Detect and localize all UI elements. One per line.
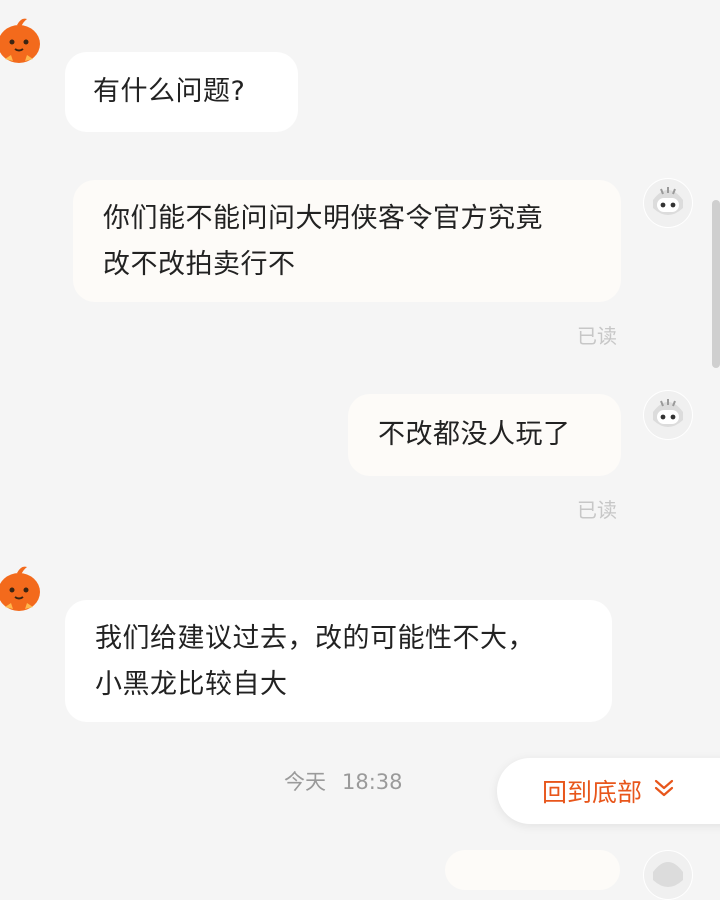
support-avatar[interactable]: [0, 14, 43, 68]
user-message-bubble[interactable]: 你们能不能问问大明侠客令官方究竟 改不改拍卖行不: [73, 180, 621, 302]
scroll-to-bottom-button[interactable]: 回到底部: [497, 758, 720, 824]
scrollbar[interactable]: [712, 200, 720, 368]
support-avatar[interactable]: [0, 562, 43, 616]
message-text: 不改都没人玩了: [378, 419, 571, 450]
read-status: 已读: [577, 498, 617, 522]
astronaut-avatar-icon: [644, 179, 692, 227]
astronaut-avatar-icon: [644, 391, 692, 439]
user-avatar[interactable]: [643, 390, 693, 440]
pumpkin-mascot-icon: [0, 566, 40, 611]
message-text: 有什么问题?: [93, 76, 246, 107]
message-timestamp: 今天 18:38: [284, 766, 403, 796]
user-avatar[interactable]: [643, 178, 693, 228]
timestamp-day: 今天: [284, 770, 326, 794]
message-text-line: 你们能不能问问大明侠客令官方究竟: [103, 203, 543, 234]
pumpkin-mascot-icon: [0, 18, 40, 63]
timestamp-time: 18:38: [342, 770, 403, 794]
user-message-bubble[interactable]: 不改都没人玩了: [348, 394, 621, 476]
support-message-bubble[interactable]: 有什么问题?: [65, 52, 298, 132]
message-text-line: 我们给建议过去，改的可能性不大，: [95, 623, 535, 654]
double-chevron-down-icon: [652, 776, 676, 806]
read-status: 已读: [577, 324, 617, 348]
message-text-line: 小黑龙比较自大: [95, 669, 288, 700]
scroll-to-bottom-label: 回到底部: [542, 778, 643, 807]
user-message-bubble[interactable]: [445, 850, 620, 890]
astronaut-avatar-icon: [644, 851, 692, 899]
message-text-line: 改不改拍卖行不: [103, 249, 296, 280]
support-message-bubble[interactable]: 我们给建议过去，改的可能性不大， 小黑龙比较自大: [65, 600, 612, 722]
user-avatar[interactable]: [643, 850, 693, 900]
